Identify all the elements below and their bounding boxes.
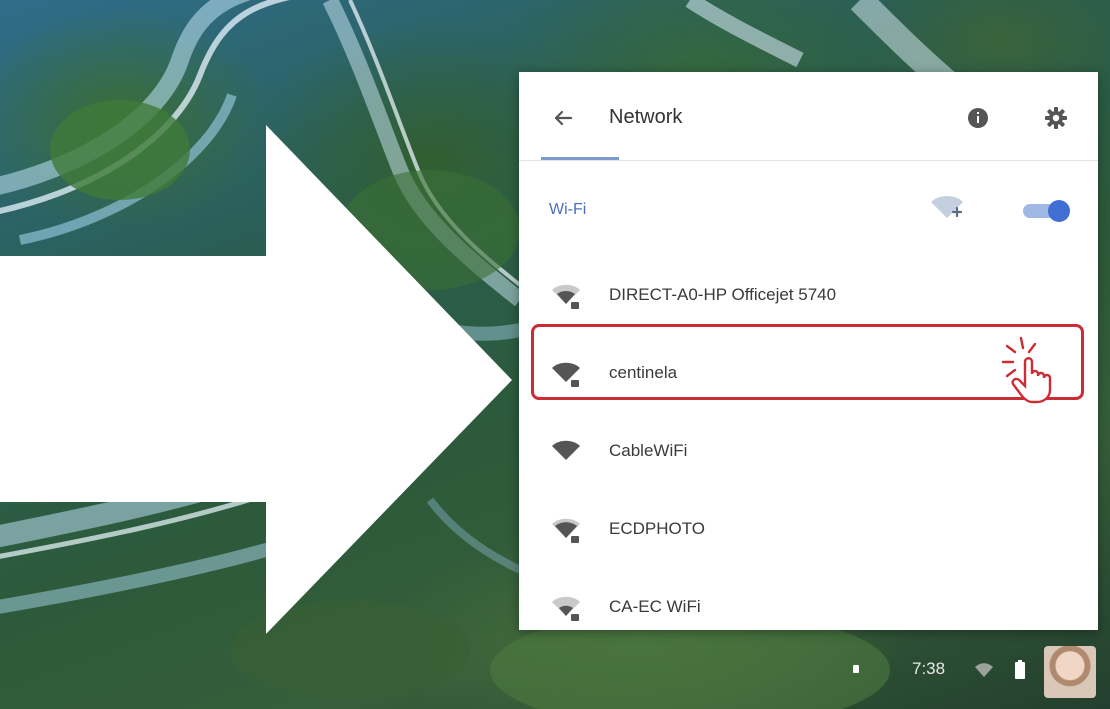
wifi-toggle[interactable]	[1019, 200, 1070, 222]
avatar[interactable]	[1044, 646, 1096, 698]
network-item[interactable]: ECDPHOTO	[519, 490, 1098, 568]
network-name: centinela	[609, 363, 678, 382]
network-name: CA-EC WiFi	[609, 597, 701, 616]
wifi-secured-icon	[552, 518, 580, 543]
network-item[interactable]: CA-EC WiFi	[519, 568, 1098, 630]
wifi-secured-icon	[552, 596, 580, 621]
tab-indicator	[541, 157, 619, 160]
panel-header: Network	[519, 72, 1098, 161]
add-network-button[interactable]	[929, 194, 965, 224]
wifi-icon	[552, 440, 580, 460]
wifi-row: Wi-Fi	[519, 182, 1098, 238]
settings-button[interactable]	[1043, 105, 1069, 131]
toggle-knob	[1048, 200, 1070, 222]
wifi-add-icon	[931, 196, 963, 218]
info-button[interactable]	[966, 106, 990, 130]
network-name: CableWiFi	[609, 441, 688, 460]
wifi-label: Wi-Fi	[549, 201, 587, 218]
notification-icon[interactable]	[852, 664, 860, 674]
arrow-left-icon	[554, 110, 573, 126]
battery-icon[interactable]	[1014, 660, 1026, 680]
back-button[interactable]	[549, 104, 577, 132]
wifi-secured-icon	[552, 362, 580, 387]
tap-hand-icon	[1001, 336, 1052, 404]
arrow-right-graphic	[0, 125, 512, 634]
info-icon	[968, 108, 988, 128]
wifi-icon[interactable]	[974, 660, 994, 680]
network-item[interactable]: DIRECT-A0-HP Officejet 5740	[519, 256, 1098, 334]
wifi-secured-icon	[552, 284, 580, 309]
network-name: DIRECT-A0-HP Officejet 5740	[609, 285, 837, 304]
network-item[interactable]: CableWiFi	[519, 412, 1098, 490]
network-panel: Network Wi-Fi DIRECT-A0-HP Officejet 574…	[519, 72, 1098, 630]
network-item-selected[interactable]: centinela	[519, 324, 1098, 412]
clock[interactable]: 7:38	[912, 658, 945, 680]
panel-title: Network	[609, 106, 683, 128]
network-name: ECDPHOTO	[609, 519, 706, 538]
gear-icon	[1045, 107, 1067, 129]
